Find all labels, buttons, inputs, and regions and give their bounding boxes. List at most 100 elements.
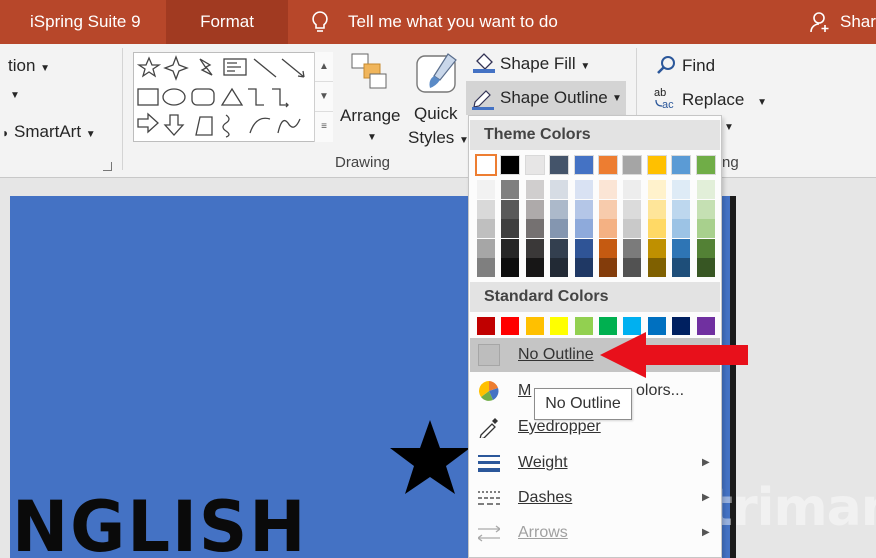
dialog-launcher-icon[interactable]	[103, 162, 112, 171]
gallery-scrollbar[interactable]: ▲ ▼ ≡	[314, 52, 333, 142]
theme-shade-swatch[interactable]	[574, 258, 593, 278]
shapes-gallery-icons	[136, 55, 305, 138]
theme-shade-swatch[interactable]	[574, 219, 593, 239]
theme-shade-swatch[interactable]	[525, 180, 544, 199]
gallery-scroll-up[interactable]: ▲	[315, 52, 333, 82]
weight-item[interactable]: Weight ▶	[470, 446, 720, 480]
theme-shade-swatch[interactable]	[477, 199, 495, 219]
theme-shade-swatch[interactable]	[477, 219, 495, 239]
theme-color-swatch[interactable]	[598, 155, 618, 175]
theme-shade-swatch[interactable]	[477, 180, 495, 199]
theme-shade-swatch[interactable]	[501, 199, 520, 219]
gallery-more[interactable]: ≡	[315, 112, 333, 142]
theme-shade-swatch[interactable]	[599, 180, 617, 199]
theme-shade-swatch[interactable]	[672, 238, 691, 258]
theme-shade-swatch[interactable]	[550, 180, 569, 199]
tab-format[interactable]: Format	[166, 0, 288, 44]
theme-shade-swatch[interactable]	[574, 199, 593, 219]
quick-styles-icon[interactable]	[414, 50, 460, 96]
tab-ispring-suite[interactable]: iSpring Suite 9	[30, 0, 141, 44]
theme-shade-swatch[interactable]	[525, 238, 544, 258]
theme-shade-swatch[interactable]	[672, 180, 691, 199]
color-wheel-icon	[479, 381, 499, 401]
theme-shade-swatch[interactable]	[647, 199, 666, 219]
theme-shade-swatch[interactable]	[550, 199, 569, 219]
theme-shade-swatch[interactable]	[550, 238, 569, 258]
theme-shade-swatch[interactable]	[696, 219, 715, 239]
theme-shade-swatch[interactable]	[525, 219, 544, 239]
quick-styles-button[interactable]: Styles ▼	[408, 128, 469, 148]
shape-fill-button[interactable]: Shape Fill ▼	[500, 54, 590, 74]
standard-color-swatch[interactable]	[477, 317, 495, 335]
theme-shade-swatch[interactable]	[525, 199, 544, 219]
theme-shade-swatch[interactable]	[501, 258, 520, 278]
theme-shade-swatch[interactable]	[501, 238, 520, 258]
theme-shade-swatch[interactable]	[647, 258, 666, 278]
theme-shade-swatch[interactable]	[599, 238, 617, 258]
tell-me-search[interactable]: Tell me what you want to do	[348, 0, 558, 44]
theme-color-swatch[interactable]	[695, 155, 716, 175]
chevron-down-icon[interactable]: ▼	[367, 132, 377, 143]
gallery-scroll-down[interactable]: ▼	[315, 82, 333, 112]
standard-color-swatch[interactable]	[550, 317, 569, 335]
theme-shade-swatch[interactable]	[501, 219, 520, 239]
shape-outline-button[interactable]: Shape Outline ▼	[466, 81, 626, 115]
theme-shade-swatch[interactable]	[672, 199, 691, 219]
dashes-item[interactable]: Dashes ▶	[470, 481, 720, 515]
theme-shade-swatch[interactable]	[696, 180, 715, 199]
theme-shade-swatch[interactable]	[696, 199, 715, 219]
theme-shade-swatch[interactable]	[501, 180, 520, 199]
theme-color-swatch[interactable]	[573, 155, 594, 175]
theme-shade-swatch[interactable]	[599, 219, 617, 239]
find-button[interactable]: Find	[682, 56, 715, 76]
theme-shade-swatch[interactable]	[599, 258, 617, 278]
theme-shade-swatch[interactable]	[477, 258, 495, 278]
drawing-group-label: Drawing	[335, 154, 391, 171]
theme-shade-swatch[interactable]	[623, 238, 642, 258]
chevron-down-icon[interactable]: ▼	[724, 122, 734, 133]
theme-shade-swatch[interactable]	[574, 180, 593, 199]
theme-shade-swatch[interactable]	[623, 180, 642, 199]
dashes-icon	[478, 491, 500, 505]
arrows-label: Arrows	[518, 524, 568, 541]
theme-shade-swatch[interactable]	[623, 258, 642, 278]
lightbulb-icon[interactable]	[308, 10, 332, 34]
theme-color-swatch[interactable]	[524, 155, 545, 175]
theme-shade-swatch[interactable]	[599, 199, 617, 219]
theme-shade-swatch[interactable]	[647, 238, 666, 258]
standard-color-swatch[interactable]	[501, 317, 520, 335]
arrange-icon[interactable]	[350, 52, 390, 92]
theme-color-swatch[interactable]	[475, 154, 497, 176]
theme-shade-swatch[interactable]	[477, 238, 495, 258]
theme-shade-swatch[interactable]	[623, 219, 642, 239]
standard-color-swatch[interactable]	[525, 317, 544, 335]
theme-color-swatch[interactable]	[622, 155, 643, 175]
theme-shade-swatch[interactable]	[525, 258, 544, 278]
smartart-button[interactable]: ◗ SmartArt ▼	[2, 122, 96, 142]
slide-panel-edge	[0, 178, 10, 558]
quick-styles-label-1[interactable]: Quick	[414, 104, 457, 124]
star-shape[interactable]	[388, 418, 472, 496]
theme-shade-swatch[interactable]	[672, 258, 691, 278]
theme-shade-swatch[interactable]	[574, 238, 593, 258]
arrange-label[interactable]: Arrange	[340, 106, 400, 126]
ribbon: tion ▼ ▼ ◗ SmartArt ▼ ▲ ▼ ≡ Arrange ▼ Qu…	[0, 44, 876, 178]
theme-shade-swatch[interactable]	[623, 199, 642, 219]
theme-shade-swatch[interactable]	[696, 258, 715, 278]
theme-shade-swatch[interactable]	[550, 219, 569, 239]
replace-button[interactable]: Replace ▼	[682, 90, 767, 110]
theme-color-swatch[interactable]	[671, 155, 692, 175]
standard-color-swatch[interactable]	[574, 317, 593, 335]
theme-shade-swatch[interactable]	[647, 219, 666, 239]
theme-color-swatch[interactable]	[646, 155, 667, 175]
shapes-gallery[interactable]	[133, 52, 333, 142]
chevron-down-icon[interactable]: ▼	[10, 90, 20, 101]
theme-shade-swatch[interactable]	[672, 219, 691, 239]
theme-shade-swatch[interactable]	[647, 180, 666, 199]
theme-shade-swatch[interactable]	[696, 238, 715, 258]
theme-color-swatch[interactable]	[549, 155, 570, 175]
slide-title-wordart[interactable]: NGLISH	[12, 486, 307, 558]
theme-color-swatch[interactable]	[500, 155, 521, 175]
action-dropdown[interactable]: tion ▼	[8, 56, 50, 76]
theme-shade-swatch[interactable]	[550, 258, 569, 278]
